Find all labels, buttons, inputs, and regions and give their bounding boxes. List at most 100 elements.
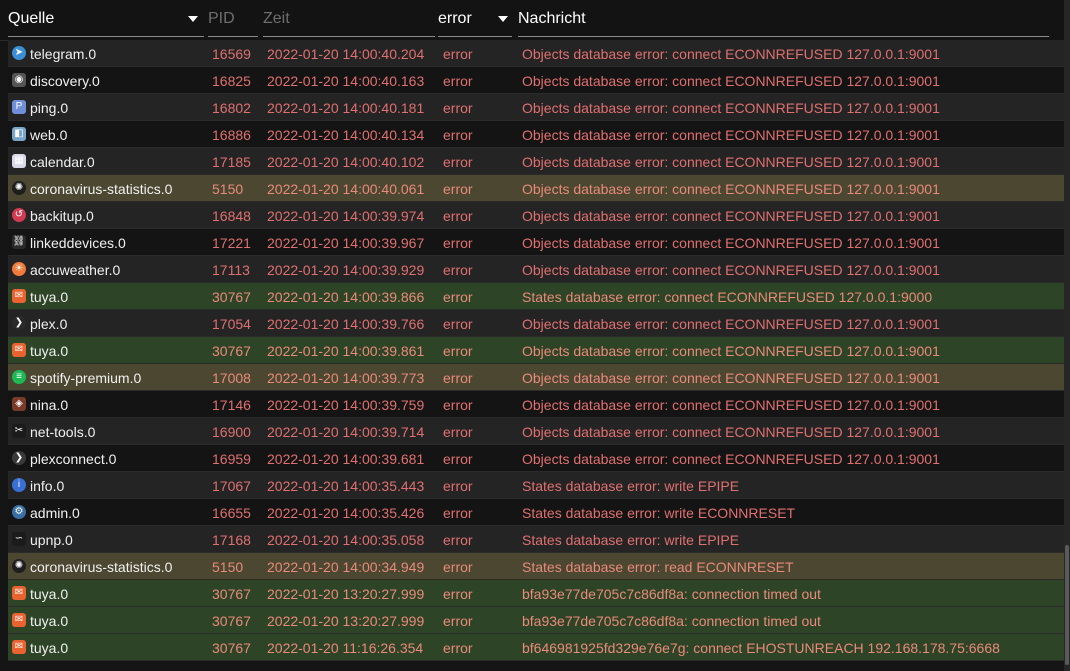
log-time: 2022-01-20 11:16:26.354 — [267, 640, 424, 656]
message-filter-input[interactable]: Nachricht — [518, 0, 1049, 37]
backup-icon: ↺ — [12, 208, 26, 222]
log-row[interactable]: ✺ coronavirus-statistics.0 5150 2022-01-20 … — [8, 553, 1064, 580]
log-level: error — [443, 559, 473, 575]
log-time: 2022-01-20 14:00:39.714 — [267, 424, 425, 440]
log-message: Objects database error: connect ECONNREF… — [522, 46, 940, 62]
log-row[interactable]: ✉ tuya.0 30767 2022-01-20 13:20:27.999 error… — [8, 580, 1064, 607]
tuya-icon: ✉ — [12, 586, 26, 600]
log-message: Objects database error: connect ECONNREF… — [522, 154, 940, 170]
log-time: 2022-01-20 14:00:34.949 — [267, 559, 425, 575]
time-filter-input[interactable]: Zeit — [263, 0, 435, 37]
log-pid: 17054 — [212, 316, 251, 332]
log-row[interactable]: ❯ plex.0 17054 2022-01-20 14:00:39.766 error… — [8, 310, 1064, 337]
log-level: error — [443, 478, 473, 494]
level-filter-label: error — [438, 10, 472, 27]
log-message: States database error: write ECONNRESET — [522, 505, 796, 521]
log-row[interactable]: ◈ nina.0 17146 2022-01-20 14:00:39.759 error… — [8, 391, 1064, 418]
log-message: Objects database error: connect ECONNREF… — [522, 316, 940, 332]
log-pid: 5150 — [212, 559, 244, 575]
log-source: web.0 — [30, 127, 68, 143]
pid-filter-input[interactable]: PID — [208, 0, 258, 37]
log-pid: 30767 — [212, 289, 251, 305]
log-row[interactable]: ≡ spotify-premium.0 17008 2022-01-20 14:00:… — [8, 364, 1064, 391]
log-time: 2022-01-20 14:00:40.102 — [267, 154, 425, 170]
log-level: error — [443, 613, 473, 629]
log-pid: 16959 — [212, 451, 251, 467]
log-level: error — [443, 370, 473, 386]
calendar-icon: ▦ — [12, 154, 26, 168]
log-level: error — [443, 586, 473, 602]
discovery-icon: ◉ — [12, 73, 26, 87]
log-row[interactable]: ∽ upnp.0 17168 2022-01-20 14:00:35.058 error… — [8, 526, 1064, 553]
log-time: 2022-01-20 14:00:40.134 — [267, 127, 425, 143]
log-row[interactable]: ❯ plexconnect.0 16959 2022-01-20 14:00:39.6… — [8, 445, 1064, 472]
plexconnect-icon: ❯ — [12, 451, 26, 465]
log-row[interactable]: ✂ net-tools.0 16900 2022-01-20 14:00:39.714… — [8, 418, 1064, 445]
log-row[interactable]: ✺ coronavirus-statistics.0 5150 2022-01-20 … — [8, 175, 1064, 202]
log-message: States database error: read ECONNRESET — [522, 559, 794, 575]
log-message: bfa93e77de705c7c86df8a: connection timed… — [522, 613, 821, 629]
upnp-icon: ∽ — [12, 532, 26, 546]
log-source: backitup.0 — [30, 208, 94, 224]
log-source: coronavirus-statistics.0 — [30, 181, 173, 197]
log-pid: 30767 — [212, 640, 251, 656]
weather-icon: ☀ — [12, 262, 26, 276]
message-filter-label: Nachricht — [518, 10, 586, 27]
log-time: 2022-01-20 14:00:40.163 — [267, 73, 425, 89]
log-time: 2022-01-20 14:00:39.759 — [267, 397, 425, 413]
log-row[interactable]: i info.0 17067 2022-01-20 14:00:35.443 error… — [8, 472, 1064, 499]
pid-filter-placeholder: PID — [208, 10, 235, 27]
log-source: tuya.0 — [30, 640, 69, 656]
log-pid: 17185 — [212, 154, 251, 170]
log-row[interactable]: Pping.0 16802 2022-01-20 14:00:40.181 error… — [8, 94, 1064, 121]
log-message: Objects database error: connect ECONNREF… — [522, 262, 940, 278]
log-row[interactable]: ✉ tuya.0 30767 2022-01-20 11:16:26.354 error… — [8, 634, 1064, 661]
log-message: Objects database error: connect ECONNREF… — [522, 451, 940, 467]
log-time: 2022-01-20 13:20:27.999 — [267, 613, 425, 629]
log-pid: 16802 — [212, 100, 251, 116]
log-row[interactable]: ⛓ linkeddevices.0 17221 2022-01-20 14:00:39… — [8, 229, 1064, 256]
source-filter-dropdown[interactable]: Quelle — [8, 0, 204, 37]
log-pid: 17146 — [212, 397, 251, 413]
log-level: error — [443, 532, 473, 548]
log-table-header: Quelle PID Zeit error Nachricht — [0, 0, 1064, 41]
log-pid: 30767 — [212, 586, 251, 602]
log-time: 2022-01-20 13:20:27.999 — [267, 586, 425, 602]
log-message: Objects database error: connect ECONNREF… — [522, 370, 940, 386]
log-time: 2022-01-20 14:00:39.967 — [267, 235, 425, 251]
log-source: net-tools.0 — [30, 424, 96, 440]
log-row[interactable]: ◉ discovery.0 16825 2022-01-20 14:00:40.163… — [8, 67, 1064, 94]
tuya-icon: ✉ — [12, 343, 26, 357]
time-filter-placeholder: Zeit — [263, 10, 290, 27]
log-row[interactable]: ↺ backitup.0 16848 2022-01-20 14:00:39.974 e… — [8, 202, 1064, 229]
log-message: States database error: write EPIPE — [522, 532, 740, 548]
log-level: error — [443, 73, 473, 89]
log-source: linkeddevices.0 — [30, 235, 126, 251]
net-tools-icon: ✂ — [12, 424, 26, 438]
log-row[interactable]: ▦ calendar.0 17185 2022-01-20 14:00:40.102 e… — [8, 148, 1064, 175]
log-pid: 16655 — [212, 505, 251, 521]
log-time: 2022-01-20 14:00:39.861 — [267, 343, 425, 359]
log-row[interactable]: ➤ telegram.0 16569 2022-01-20 14:00:40.204 e… — [8, 40, 1064, 67]
log-level: error — [443, 343, 473, 359]
log-row[interactable]: ✉ tuya.0 30767 2022-01-20 14:00:39.861 error… — [8, 337, 1064, 364]
log-level: error — [443, 235, 473, 251]
log-source: spotify-premium.0 — [30, 370, 142, 386]
log-source: tuya.0 — [30, 613, 69, 629]
log-row[interactable]: ◧ web.0 16886 2022-01-20 14:00:40.134 error O… — [8, 121, 1064, 148]
level-filter-dropdown[interactable]: error — [438, 0, 512, 37]
log-row[interactable]: ⚙ admin.0 16655 2022-01-20 14:00:35.426 erro… — [8, 499, 1064, 526]
nina-icon: ◈ — [12, 397, 26, 411]
log-level: error — [443, 424, 473, 440]
log-row[interactable]: ☀ accuweather.0 17113 2022-01-20 14:00:39.9… — [8, 256, 1064, 283]
log-time: 2022-01-20 14:00:35.443 — [267, 478, 425, 494]
tuya-icon: ✉ — [12, 640, 26, 654]
log-source: accuweather.0 — [30, 262, 121, 278]
log-row[interactable]: ✉ tuya.0 30767 2022-01-20 13:20:27.999 error… — [8, 607, 1064, 634]
log-level: error — [443, 208, 473, 224]
scrollbar-thumb[interactable] — [1065, 545, 1069, 665]
log-source: telegram.0 — [30, 46, 97, 62]
log-message: Objects database error: connect ECONNREF… — [522, 343, 940, 359]
log-row[interactable]: ✉ tuya.0 30767 2022-01-20 14:00:39.866 error… — [8, 283, 1064, 310]
log-pid: 17168 — [212, 532, 251, 548]
